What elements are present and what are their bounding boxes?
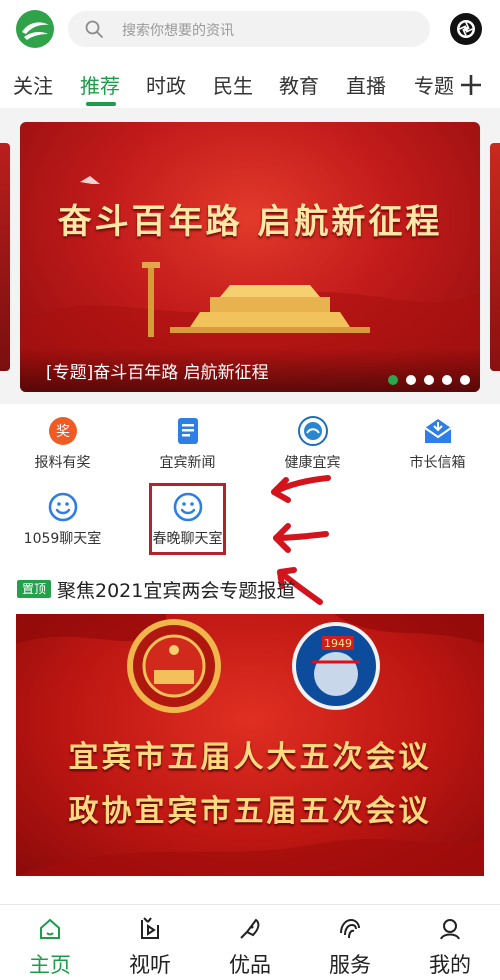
- grid-item-1059-chatroom[interactable]: 1059聊天室: [0, 486, 125, 556]
- add-channel-icon[interactable]: [459, 73, 483, 97]
- reward-icon: 奖: [48, 416, 78, 446]
- news-document-icon: [173, 416, 203, 446]
- carousel-dot[interactable]: [388, 375, 398, 385]
- nav-label: 服务: [329, 953, 371, 977]
- grid-label: 报料有奖: [34, 455, 91, 471]
- tab-livelihood[interactable]: 民生: [213, 70, 253, 99]
- carousel-dot[interactable]: [424, 375, 434, 385]
- nav-label: 视听: [129, 953, 171, 977]
- svg-text:奖: 奖: [56, 423, 70, 440]
- home-icon: [38, 917, 62, 941]
- grid-label: 1059聊天室: [23, 531, 102, 547]
- tab-topics[interactable]: 专题: [414, 70, 454, 99]
- pinned-badge: 置顶: [17, 580, 51, 598]
- nav-video[interactable]: 视听: [110, 911, 190, 979]
- nav-home[interactable]: 主页: [10, 911, 90, 979]
- nav-services[interactable]: 服务: [310, 911, 390, 979]
- cppcc-emblem-year: 1949: [324, 637, 352, 650]
- tab-follow[interactable]: 关注: [13, 70, 53, 99]
- tab-live[interactable]: 直播: [346, 70, 386, 99]
- grid-label: 市长信箱: [409, 455, 466, 471]
- grid-item-yibin-news[interactable]: 宜宾新闻: [125, 410, 250, 480]
- banner-headline: 奋斗百年路 启航新征程: [57, 202, 443, 242]
- annotation-highlight-box: [149, 483, 226, 555]
- search-placeholder: 搜索你想要的资讯: [122, 23, 234, 39]
- tab-politics[interactable]: 时政: [146, 70, 186, 99]
- channel-tabs: 关注 推荐 时政 民生 教育 直播 专题: [0, 62, 500, 108]
- feature-image-line1: 宜宾市五届人大五次会议: [68, 740, 432, 775]
- carousel-dot[interactable]: [406, 375, 416, 385]
- grid-label: 宜宾新闻: [159, 455, 216, 471]
- app-logo[interactable]: [16, 10, 54, 48]
- banner-caption: [专题]奋斗百年路 启航新征程: [46, 363, 269, 383]
- chat-face-icon: [48, 492, 78, 522]
- bottom-navigation: 主页 视听 优品 服务 我的: [0, 904, 500, 980]
- feature-image[interactable]: 1949 宜宾市五届人大五次会议 政协宜宾市五届五次会议: [16, 614, 484, 876]
- app-header: 搜索你想要的资讯: [0, 0, 500, 62]
- active-tab-indicator: [86, 102, 116, 106]
- video-icon: [138, 917, 162, 941]
- carousel-indicator: [388, 370, 478, 389]
- nav-products[interactable]: 优品: [210, 911, 290, 979]
- search-icon: [84, 19, 104, 43]
- feature-headline[interactable]: 聚焦2021宜宾两会专题报道: [57, 576, 295, 603]
- nav-label: 主页: [29, 953, 71, 977]
- carousel-dot[interactable]: [460, 375, 470, 385]
- camera-icon[interactable]: [448, 11, 484, 47]
- banner-slide[interactable]: 奋斗百年路 启航新征程 [专题]奋斗百年路 启航新征程: [20, 122, 480, 392]
- previous-slide-peek[interactable]: [0, 143, 10, 371]
- carousel-dot[interactable]: [442, 375, 452, 385]
- nav-label: 我的: [429, 953, 471, 977]
- tab-education[interactable]: 教育: [279, 70, 319, 99]
- health-emblem-icon: [298, 416, 328, 446]
- grid-item-report-reward[interactable]: 奖 报料有奖: [0, 410, 125, 480]
- next-slide-peek[interactable]: [490, 143, 500, 371]
- profile-icon: [438, 917, 462, 941]
- mailbox-icon: [423, 416, 453, 446]
- nav-profile[interactable]: 我的: [410, 911, 490, 979]
- feature-image-line2: 政协宜宾市五届五次会议: [68, 794, 432, 829]
- tab-recommend[interactable]: 推荐: [80, 70, 120, 99]
- nav-label: 优品: [229, 953, 271, 977]
- service-icon: [338, 917, 362, 941]
- brush-icon: [238, 917, 262, 941]
- search-bar[interactable]: 搜索你想要的资讯: [68, 11, 430, 47]
- grid-item-mayor-mailbox[interactable]: 市长信箱: [375, 410, 500, 480]
